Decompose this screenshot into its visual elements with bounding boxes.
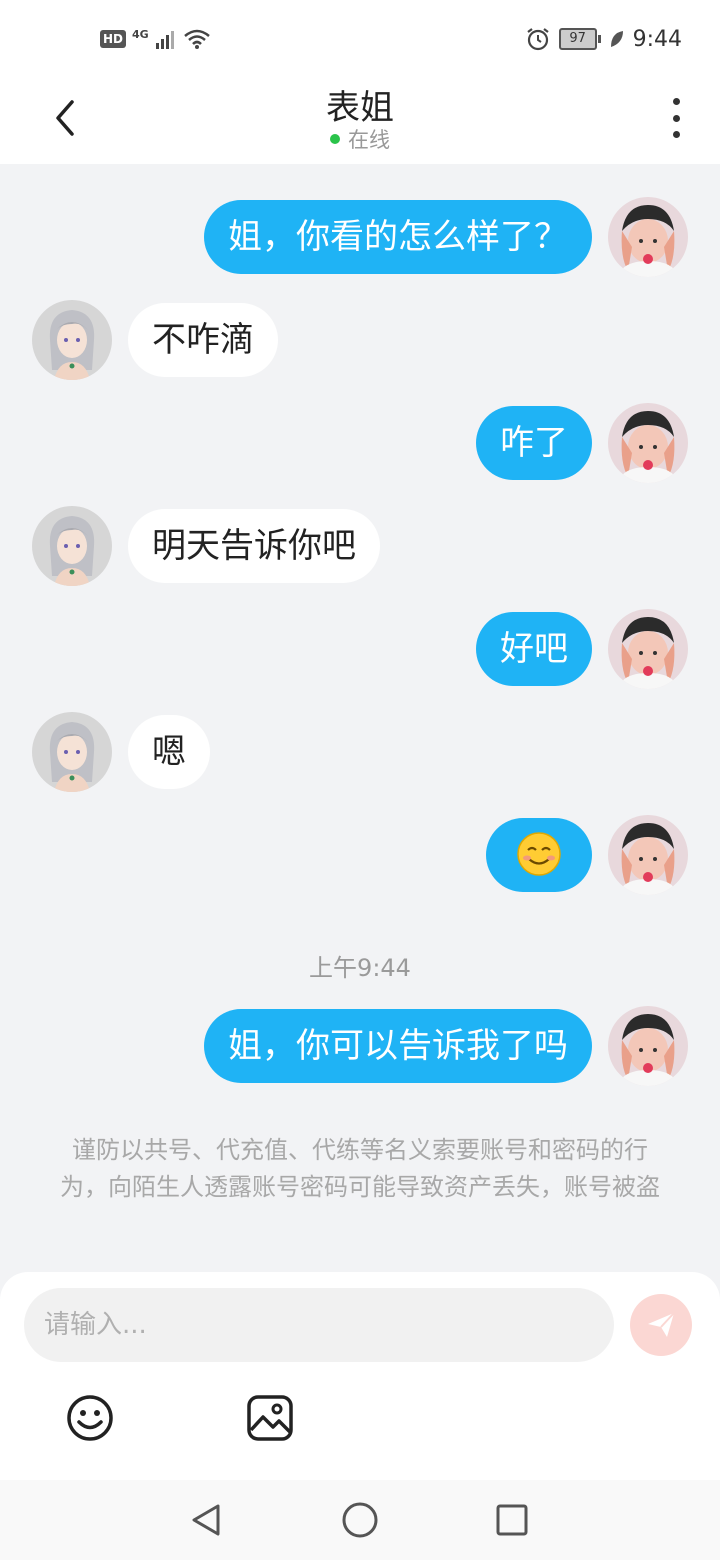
battery-icon: 97 bbox=[558, 28, 601, 50]
send-icon bbox=[648, 1312, 675, 1337]
wifi-icon bbox=[183, 29, 210, 49]
message-bubble[interactable]: 明天告诉你吧 bbox=[128, 509, 380, 583]
emoji-button[interactable] bbox=[64, 1392, 116, 1444]
system-nav-bar bbox=[0, 1480, 720, 1560]
message-outgoing: 好吧 bbox=[476, 609, 688, 689]
message-bubble[interactable]: 咋了 bbox=[476, 406, 592, 480]
smiling-face-icon bbox=[517, 831, 561, 876]
avatar[interactable] bbox=[608, 197, 688, 277]
circle-home-icon bbox=[342, 1502, 378, 1538]
message-outgoing: ☺️ bbox=[486, 815, 688, 895]
message-input[interactable]: 请输入... bbox=[24, 1288, 614, 1362]
message-timestamp: 上午9:44 bbox=[309, 954, 411, 982]
message-incoming: 明天告诉你吧 bbox=[32, 506, 380, 586]
message-bubble[interactable]: 不咋滴 bbox=[128, 303, 278, 377]
contact-name: 表姐 bbox=[326, 88, 394, 128]
status-bar: HD 4G 97 9:44 bbox=[0, 0, 720, 80]
hd-icon: HD bbox=[100, 30, 127, 48]
online-status-label: 在线 bbox=[348, 128, 390, 152]
message-incoming: 不咋滴 bbox=[32, 300, 278, 380]
avatar[interactable] bbox=[32, 300, 112, 380]
avatar[interactable] bbox=[32, 506, 112, 586]
message-outgoing: 姐，你可以告诉我了吗 bbox=[204, 1006, 688, 1086]
nav-back-button[interactable] bbox=[186, 1500, 226, 1540]
security-warning: 谨防以共号、代充值、代练等名义索要账号和密码的行为，向陌生人透露账号密码可能导致… bbox=[60, 1136, 660, 1201]
network-type: 4G bbox=[132, 27, 149, 41]
clock: 9:44 bbox=[632, 26, 682, 52]
message-outgoing: 咋了 bbox=[476, 403, 688, 483]
emoji-message-bubble[interactable]: ☺️ bbox=[486, 818, 592, 892]
chat-header: 表姐 在线 bbox=[0, 80, 720, 164]
nav-recents-button[interactable] bbox=[492, 1500, 532, 1540]
more-vertical-icon-dot bbox=[672, 98, 680, 105]
message-bubble[interactable]: 好吧 bbox=[476, 612, 592, 686]
battery-level: 97 bbox=[558, 28, 597, 50]
signal-icon bbox=[155, 31, 174, 49]
avatar[interactable] bbox=[608, 815, 688, 895]
message-outgoing: 姐，你看的怎么样了？ bbox=[204, 197, 688, 277]
triangle-back-icon bbox=[192, 1504, 220, 1536]
message-bubble[interactable]: 姐，你看的怎么样了？ bbox=[204, 200, 592, 274]
avatar[interactable] bbox=[608, 403, 688, 483]
online-dot bbox=[330, 134, 340, 144]
leaf-icon bbox=[610, 31, 623, 47]
online-status: 在线 bbox=[0, 124, 720, 154]
message-bubble[interactable]: 姐，你可以告诉我了吗 bbox=[204, 1009, 592, 1083]
composer: 请输入... bbox=[0, 1272, 720, 1480]
send-button[interactable] bbox=[630, 1294, 692, 1356]
status-left: HD 4G bbox=[100, 28, 211, 50]
message-bubble[interactable]: 嗯 bbox=[128, 715, 210, 789]
avatar[interactable] bbox=[608, 1006, 688, 1086]
square-recents-icon bbox=[496, 1504, 528, 1536]
more-button[interactable] bbox=[666, 98, 686, 138]
status-right: 97 9:44 bbox=[525, 26, 682, 52]
alarm-icon bbox=[526, 28, 549, 51]
nav-home-button[interactable] bbox=[340, 1500, 380, 1540]
avatar[interactable] bbox=[608, 609, 688, 689]
message-incoming: 嗯 bbox=[32, 712, 210, 792]
image-button[interactable] bbox=[244, 1392, 296, 1444]
avatar[interactable] bbox=[32, 712, 112, 792]
smiley-icon bbox=[67, 1395, 113, 1441]
image-icon bbox=[247, 1395, 293, 1441]
